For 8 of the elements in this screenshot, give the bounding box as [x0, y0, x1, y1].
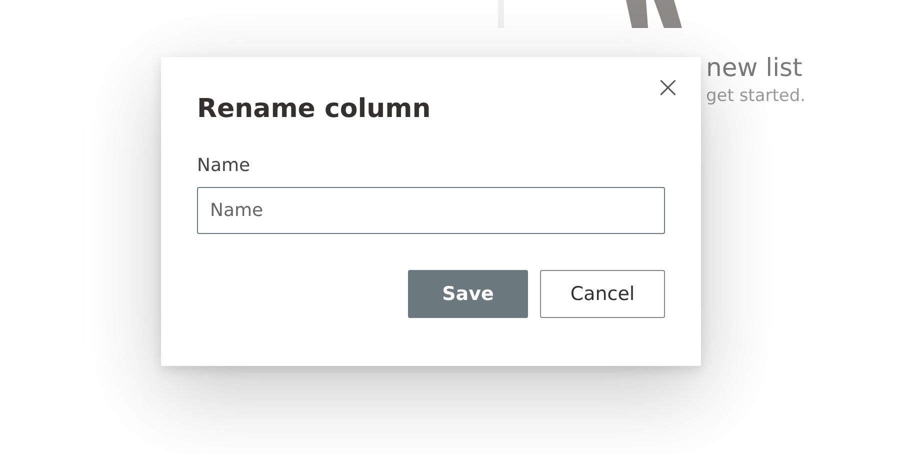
close-button[interactable]: × — [653, 73, 683, 103]
dialog-title: Rename column — [197, 93, 432, 126]
save-button[interactable]: Save — [408, 270, 528, 318]
empty-state-subtext: get started. — [706, 85, 806, 108]
cancel-button[interactable]: Cancel — [540, 270, 665, 318]
field-label: Name — [197, 154, 252, 178]
name-field[interactable]: Name — [197, 187, 665, 234]
empty-state-heading: new list — [706, 52, 804, 84]
